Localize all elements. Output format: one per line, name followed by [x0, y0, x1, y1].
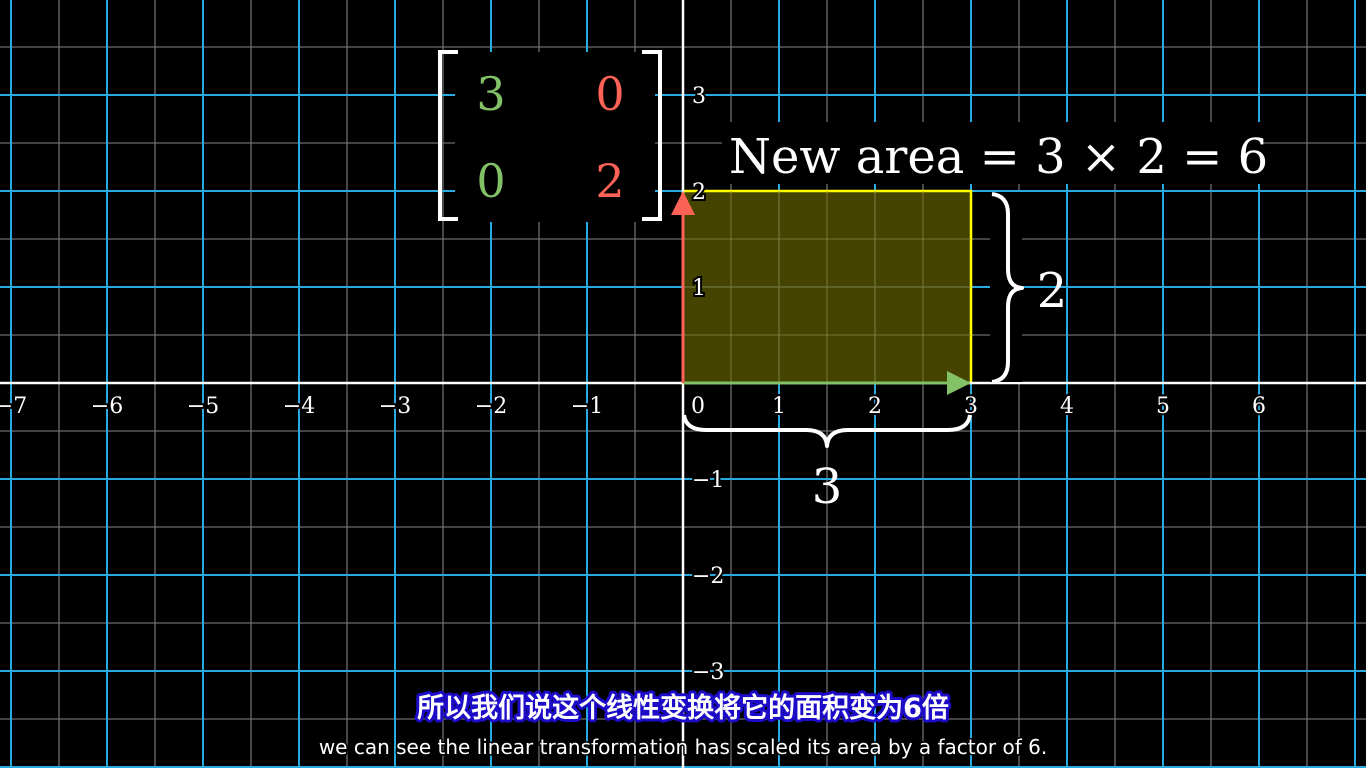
x-tick-label: −4 — [283, 394, 315, 419]
y-tick-label: 1 — [692, 276, 706, 301]
y-tick-label: 2 — [692, 180, 706, 205]
y-tick-label: −3 — [692, 660, 724, 685]
bottom-brace-label: 3 — [812, 459, 843, 515]
x-tick-label: −2 — [475, 394, 507, 419]
x-tick-label: 0 — [691, 394, 705, 419]
x-tick-label: 6 — [1252, 394, 1266, 419]
subtitle-english: we can see the linear transformation has… — [319, 735, 1047, 759]
x-tick-label: 5 — [1156, 394, 1170, 419]
y-tick-label: 3 — [692, 84, 706, 109]
matrix-entry-a: 3 — [476, 67, 505, 121]
coordinate-plane-scene: −7 −6 −5 −4 −3 −2 −1 0 1 2 3 4 5 6 321−1−2−3 3 0 0 2 … — [0, 0, 1366, 768]
y-tick-label: −1 — [692, 468, 724, 493]
x-tick-label: 4 — [1060, 394, 1074, 419]
x-tick-label: −5 — [187, 394, 219, 419]
x-tick-label: −7 — [0, 394, 27, 419]
matrix-entry-b: 0 — [595, 67, 624, 121]
subtitle-chinese: 所以我们说这个线性变换将它的面积变为6倍 — [417, 692, 949, 724]
x-tick-label: −6 — [91, 394, 123, 419]
matrix-entry-d: 2 — [595, 154, 624, 208]
matrix-entry-c: 0 — [476, 154, 505, 208]
x-tick-label: 2 — [868, 394, 882, 419]
x-tick-label: 1 — [772, 394, 786, 419]
right-brace-label: 2 — [1037, 263, 1068, 319]
area-equation: New area = 3 × 2 = 6 — [729, 129, 1268, 185]
matrix: 3 0 0 2 — [438, 50, 662, 222]
x-tick-label: −1 — [571, 394, 603, 419]
x-tick-label: −3 — [379, 394, 411, 419]
y-tick-label: −2 — [692, 564, 724, 589]
